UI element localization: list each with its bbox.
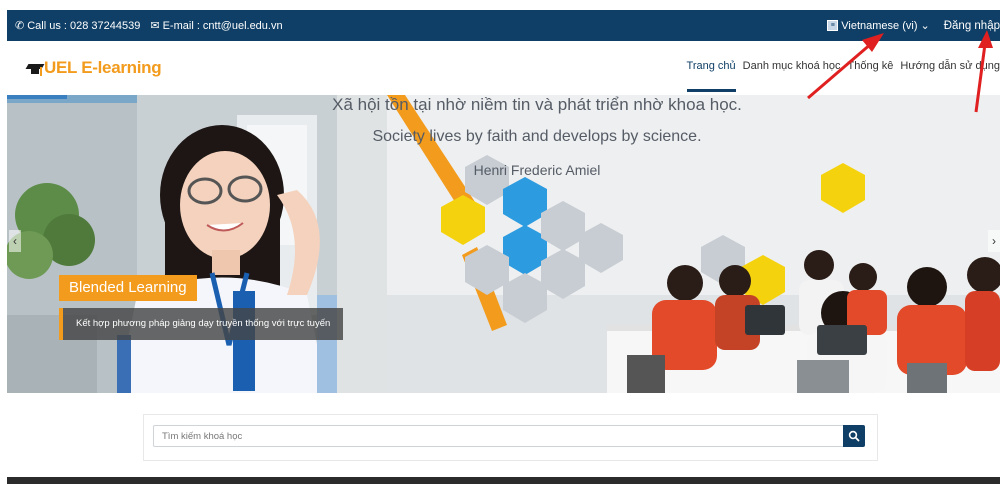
nav-item-statistics[interactable]: Thống kê (848, 60, 894, 72)
search-button[interactable] (843, 425, 865, 447)
contact-info: ✆ Call us : 028 37244539 ✉ E-mail : cntt… (15, 19, 283, 33)
site-logo[interactable]: UEL E-learning (25, 58, 162, 78)
nav-item-user-guide[interactable]: Hướng dẫn sử dụng (900, 60, 1000, 72)
banner-quote-author: Henri Frederic Amiel (473, 162, 601, 178)
main-navbar: UEL E-learning Trang chủ Danh mục khoá h… (7, 41, 1000, 96)
nav-item-home[interactable]: Trang chủ (686, 60, 736, 92)
carousel-prev-button[interactable]: ‹ (9, 230, 21, 252)
envelope-icon: ✉ (150, 20, 160, 32)
graduation-cap-icon (25, 64, 45, 78)
chevron-left-icon: ‹ (13, 234, 17, 248)
nav-menu: Trang chủ Danh mục khoá học Thống kê Hướ… (686, 60, 1000, 92)
course-search-box (143, 414, 878, 461)
login-link[interactable]: Đăng nhập (944, 20, 1000, 32)
hero-carousel: Xã hội tồn tại nhờ niềm tin và phát triể… (7, 95, 1000, 393)
banner-quote-vi: Xã hội tồn tại nhờ niềm tin và phát triể… (332, 95, 742, 114)
carousel-next-button[interactable]: › (988, 230, 1000, 252)
email-label: E-mail : cntt@uel.edu.vn (162, 19, 283, 32)
language-label: Vietnamese (vi) (841, 19, 918, 32)
topbar-right: ≡ Vietnamese (vi) ⌄ Đăng nhập (827, 19, 1000, 32)
language-icon: ≡ (827, 20, 839, 31)
phone-label: Call us : 028 37244539 (27, 19, 141, 32)
chevron-down-icon: ⌄ (920, 20, 930, 32)
contact-bar: ✆ Call us : 028 37244539 ✉ E-mail : cntt… (7, 10, 1000, 41)
email-contact[interactable]: ✉ E-mail : cntt@uel.edu.vn (150, 19, 283, 33)
document-text-strip (0, 0, 1000, 10)
footer-bar (7, 477, 1000, 484)
search-icon (848, 430, 860, 442)
banner-quote-en: Society lives by faith and develops by s… (372, 128, 702, 145)
language-selector[interactable]: ≡ Vietnamese (vi) ⌄ (827, 19, 930, 32)
nav-item-course-catalog[interactable]: Danh mục khoá học (743, 60, 841, 72)
slide-caption-text: Kết hợp phương pháp giảng dạy truyền thố… (59, 308, 344, 340)
slide-caption-title: Blended Learning (59, 275, 197, 301)
course-search-input[interactable] (153, 425, 843, 447)
phone-contact[interactable]: ✆ Call us : 028 37244539 (15, 19, 141, 33)
phone-icon: ✆ (15, 20, 25, 32)
chevron-right-icon: › (992, 234, 996, 248)
brand-name: UEL E-learning (44, 58, 162, 77)
